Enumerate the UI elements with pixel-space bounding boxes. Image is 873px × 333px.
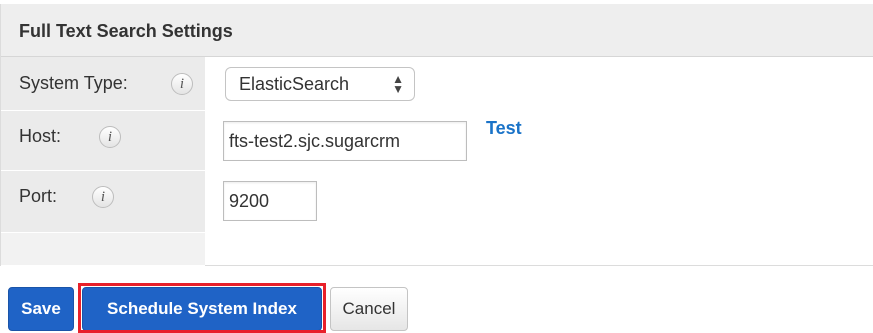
host-label: Host:: [19, 126, 62, 146]
system-type-select[interactable]: ElasticSearch ▲ ▼: [225, 67, 415, 101]
test-link[interactable]: Test: [486, 118, 522, 139]
panel-title: Full Text Search Settings: [19, 21, 233, 41]
cancel-button[interactable]: Cancel: [330, 287, 408, 331]
port-input[interactable]: 9200: [223, 181, 317, 221]
highlight-box: [78, 283, 326, 333]
port-label: Port:: [19, 186, 58, 206]
select-arrows-icon: ▲ ▼: [392, 72, 404, 96]
empty-row: [1, 233, 873, 266]
host-input[interactable]: fts-test2.sjc.sugarcrm: [223, 121, 467, 161]
fts-settings-panel: Full Text Search Settings System Type: i…: [0, 4, 873, 266]
port-label-cell: Port: i: [1, 171, 205, 233]
host-row: Host: i fts-test2.sjc.sugarcrm: [1, 111, 873, 171]
info-icon[interactable]: i: [99, 126, 121, 148]
system-type-select-value: ElasticSearch: [239, 74, 350, 94]
save-button[interactable]: Save: [8, 287, 74, 331]
port-input-value: 9200: [229, 191, 270, 211]
host-input-value: fts-test2.sjc.sugarcrm: [229, 131, 401, 151]
empty-label-cell: [1, 233, 205, 266]
info-icon[interactable]: i: [92, 186, 114, 208]
system-type-row: System Type: i ElasticSearch ▲ ▼: [1, 57, 873, 111]
info-icon[interactable]: i: [171, 73, 193, 95]
system-type-label: System Type:: [19, 73, 128, 93]
port-row: Port: i 9200: [1, 171, 873, 233]
host-label-cell: Host: i: [1, 111, 205, 171]
system-type-label-cell: System Type: i: [1, 57, 205, 111]
panel-header: Full Text Search Settings: [1, 4, 873, 57]
